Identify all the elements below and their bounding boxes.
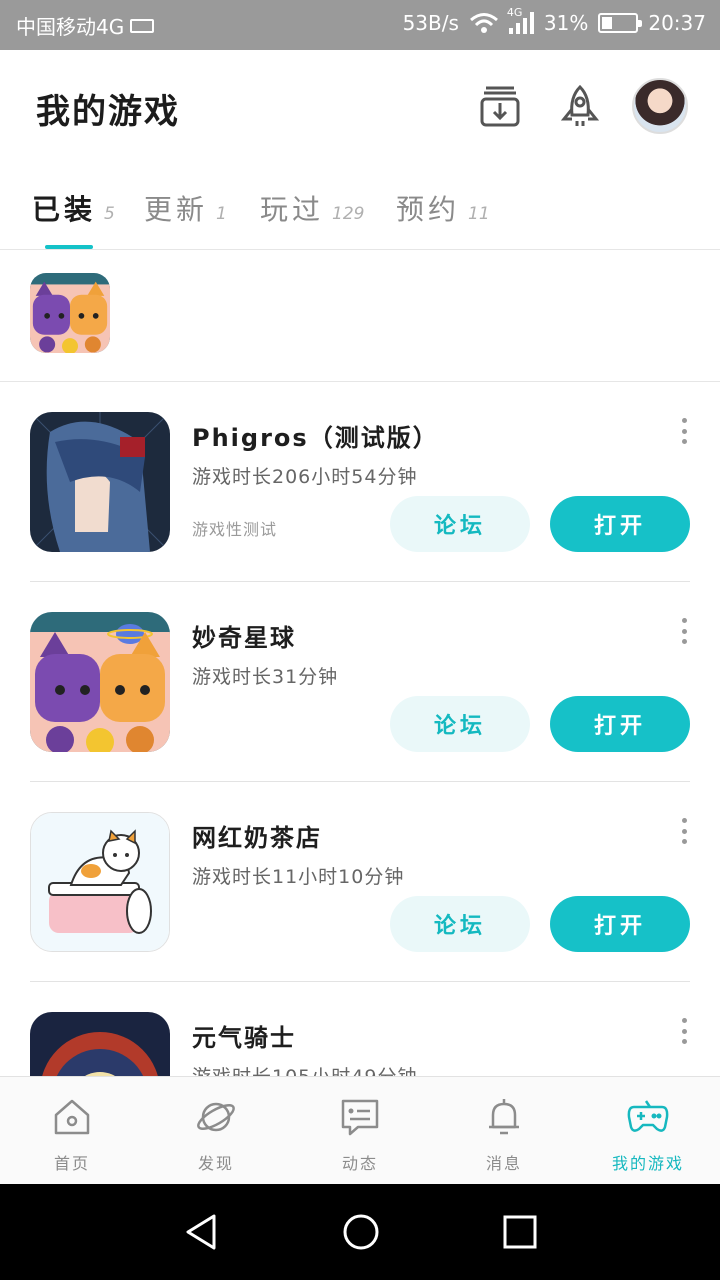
game-name: 元气骑士	[192, 1024, 296, 1052]
list-item[interactable]: 妙奇星球 游戏时长31分钟 论坛 打开	[30, 582, 690, 782]
tab-label: 已装	[32, 193, 97, 226]
game-icon-miaoqi[interactable]	[30, 612, 170, 752]
tab-played[interactable]: 玩过 129	[260, 188, 364, 228]
tab-label: 玩过	[260, 193, 325, 226]
wifi-icon	[469, 13, 498, 33]
nav-label: 消息	[485, 1154, 522, 1173]
net-speed: 53B/s	[402, 11, 459, 35]
battery-icon	[598, 13, 643, 33]
list-item[interactable]: 元气骑士 游戏时长105小时49分钟	[30, 982, 690, 1076]
installed-games-list: Phigros（测试版） 游戏时长206小时54分钟 游戏性测试 论坛 打开 妙…	[0, 382, 720, 1076]
tab-bar: 已装 5 更新 1 玩过 129 预约 11	[0, 168, 720, 250]
page-title: 我的游戏	[36, 92, 180, 132]
tab-count: 1	[216, 204, 227, 224]
game-name: 网红奶茶店	[192, 824, 322, 852]
game-playtime: 游戏时长31分钟	[192, 666, 339, 688]
tab-count: 11	[468, 204, 490, 224]
tab-updates[interactable]: 更新 1	[144, 188, 227, 228]
bottom-nav: 首页 发现 动态 消息 我的游戏	[0, 1076, 720, 1184]
back-icon[interactable]	[180, 1210, 224, 1254]
game-playtime: 游戏时长11小时10分钟	[192, 866, 405, 888]
tab-count: 129	[332, 204, 365, 224]
gamepad-icon	[627, 1100, 669, 1132]
keyboard-icon	[130, 18, 155, 33]
game-name: Phigros（测试版）	[192, 424, 439, 452]
nav-label: 我的游戏	[611, 1154, 684, 1173]
clock: 20:37	[648, 11, 706, 35]
signal-tag: 4G	[506, 6, 523, 19]
planet-icon	[197, 1102, 235, 1132]
game-icon-miaoqi[interactable]	[30, 273, 110, 353]
more-options-icon[interactable]	[678, 1018, 690, 1044]
tab-label: 更新	[144, 193, 209, 226]
rocket-icon[interactable]	[556, 83, 604, 131]
list-item[interactable]: 网红奶茶店 游戏时长11小时10分钟 论坛 打开	[30, 782, 690, 982]
tab-count: 5	[104, 204, 115, 224]
more-options-icon[interactable]	[678, 618, 690, 644]
nav-messages[interactable]: 消息	[432, 1077, 576, 1185]
more-options-icon[interactable]	[678, 818, 690, 844]
game-name: 妙奇星球	[192, 624, 296, 652]
bell-icon	[489, 1099, 519, 1135]
home-icon	[54, 1099, 90, 1135]
carrier-label: 中国移动4G	[16, 15, 125, 39]
battery-percent: 31%	[543, 11, 589, 35]
feed-icon	[341, 1099, 379, 1136]
nav-discover[interactable]: 发现	[144, 1077, 288, 1185]
recents-icon[interactable]	[498, 1210, 542, 1254]
forum-button[interactable]: 论坛	[390, 896, 530, 952]
forum-button[interactable]: 论坛	[390, 496, 530, 552]
open-button[interactable]: 打开	[550, 896, 690, 952]
game-playtime: 游戏时长206小时54分钟	[192, 466, 418, 488]
signal-icon: 4G	[507, 6, 534, 34]
nav-label: 发现	[197, 1154, 234, 1173]
nav-my-games[interactable]: 我的游戏	[576, 1077, 720, 1185]
nav-feed[interactable]: 动态	[288, 1077, 432, 1185]
game-icon-phigros[interactable]	[30, 412, 170, 552]
status-bar: 中国移动4G 53B/s 4G 31% 20:37	[0, 0, 720, 50]
nav-label: 动态	[341, 1154, 378, 1173]
nav-label: 首页	[53, 1154, 90, 1173]
system-nav-bar	[0, 1184, 720, 1280]
more-options-icon[interactable]	[678, 418, 690, 444]
game-playtime: 游戏时长105小时49分钟	[192, 1062, 417, 1076]
tab-active-indicator	[45, 245, 93, 249]
tab-label: 预约	[396, 193, 461, 226]
recent-games-row	[0, 251, 720, 382]
avatar[interactable]	[632, 78, 688, 134]
game-icon-milk-tea[interactable]	[30, 812, 170, 952]
open-button[interactable]: 打开	[550, 496, 690, 552]
open-button[interactable]: 打开	[550, 696, 690, 752]
tab-installed[interactable]: 已装 5	[32, 188, 115, 228]
home-button-icon[interactable]	[339, 1210, 383, 1254]
game-icon-soul-knight[interactable]	[30, 1012, 170, 1076]
forum-button[interactable]: 论坛	[390, 696, 530, 752]
nav-home[interactable]: 首页	[0, 1077, 144, 1185]
tab-reserved[interactable]: 预约 11	[396, 188, 490, 228]
app-header: 我的游戏	[0, 50, 720, 168]
download-manager-icon[interactable]	[476, 83, 524, 131]
game-note: 游戏性测试	[192, 520, 278, 539]
list-item[interactable]: Phigros（测试版） 游戏时长206小时54分钟 游戏性测试 论坛 打开	[30, 382, 690, 582]
